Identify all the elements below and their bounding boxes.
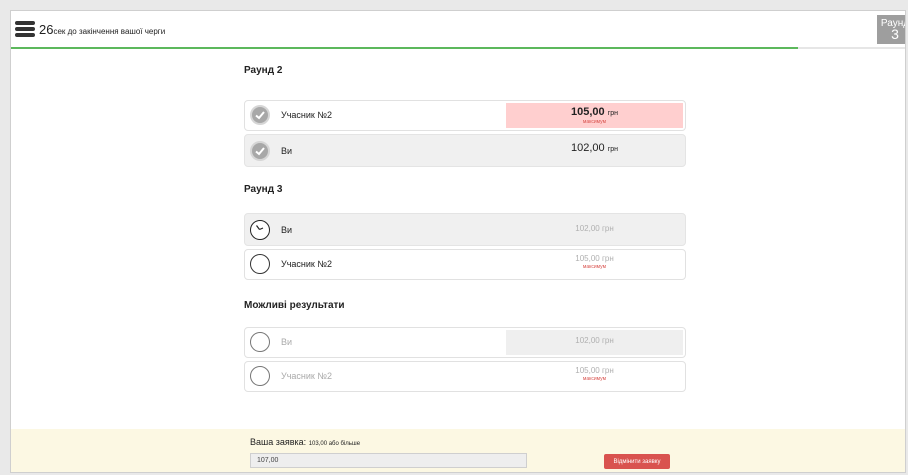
check-icon (250, 105, 270, 125)
clock-icon (250, 220, 270, 240)
bid-amount-value: 102,00 (575, 224, 600, 233)
bid-currency: грн (607, 110, 619, 117)
max-label: максимум (582, 264, 607, 270)
cancel-bid-button[interactable]: Відмінити заявку (604, 454, 670, 469)
bid-amount-max: 105,00 грн максимум (506, 364, 683, 389)
participant-name: Учасник №2 (281, 371, 333, 381)
timer-seconds: 26 (39, 22, 54, 37)
possible-results-title: Можливі результати (244, 300, 345, 311)
bid-input[interactable] (250, 453, 527, 468)
round-badge: Раунд 3 (877, 15, 905, 44)
bid-amount-value: 105,00 (575, 366, 600, 375)
top-bar: 26сек до закінчення вашої черги Раунд 3 (11, 11, 905, 49)
bid-amount-value: 105,00 (570, 106, 605, 118)
bid-footer: Ваша заявка: 103,00 або більше Відмінити… (11, 429, 905, 472)
bid-amount-value: 102,00 (575, 336, 600, 345)
round-2-row-you: Ви 102,00 грн (244, 134, 686, 167)
max-label: максимум (582, 376, 607, 382)
participant-name: Учасник №2 (281, 259, 333, 269)
bid-amount: 102,00 грн (506, 139, 683, 164)
bid-amount-max: 105,00 грн максимум (506, 103, 683, 128)
bid-currency: грн (607, 146, 619, 153)
bid-currency: грн (601, 224, 614, 233)
radio-empty-icon (250, 366, 270, 386)
radio-empty-icon (250, 332, 270, 352)
result-row-participant: Учасник №2 105,00 грн максимум (244, 361, 686, 392)
app-frame: 26сек до закінчення вашої черги Раунд 3 … (10, 10, 906, 473)
round-3-title: Раунд 3 (244, 184, 283, 195)
round-2-row-participant: Учасник №2 105,00 грн максимум (244, 100, 686, 131)
turn-progress-bar (11, 47, 905, 49)
round-3-row-you: Ви 102,00 грн (244, 213, 686, 246)
max-label: максимум (582, 119, 607, 125)
bid-label-text: Ваша заявка: (250, 437, 307, 447)
bid-currency: грн (601, 254, 614, 263)
progress-fill (11, 47, 798, 49)
timer-label: сек до закінчення вашої черги (53, 27, 166, 36)
bid-currency: грн (601, 336, 614, 345)
bid-label: Ваша заявка: 103,00 або більше (250, 437, 360, 447)
bid-hint: 103,00 або більше (308, 441, 361, 447)
round-badge-number: 3 (891, 26, 899, 42)
participant-name: Ви (281, 225, 293, 235)
countdown-timer: 26сек до закінчення вашої черги (39, 22, 165, 37)
auction-content: Раунд 2 Учасник №2 105,00 грн максимум В… (244, 51, 686, 395)
participant-name: Ви (281, 337, 293, 347)
round-3-row-participant: Учасник №2 105,00 грн максимум (244, 249, 686, 280)
radio-empty-icon (250, 254, 270, 274)
participant-name: Учасник №2 (281, 110, 333, 120)
menu-icon[interactable] (15, 21, 35, 37)
check-icon (250, 141, 270, 161)
result-row-you: Ви 102,00 грн (244, 327, 686, 358)
bid-amount-max: 105,00 грн максимум (506, 252, 683, 277)
bid-amount: 102,00 грн (506, 218, 683, 243)
bid-currency: грн (601, 366, 614, 375)
round-2-title: Раунд 2 (244, 65, 283, 76)
bid-amount-value: 105,00 (575, 254, 600, 263)
bid-amount: 102,00 грн (506, 330, 683, 355)
bid-amount-value: 102,00 (570, 142, 605, 154)
participant-name: Ви (281, 146, 293, 156)
